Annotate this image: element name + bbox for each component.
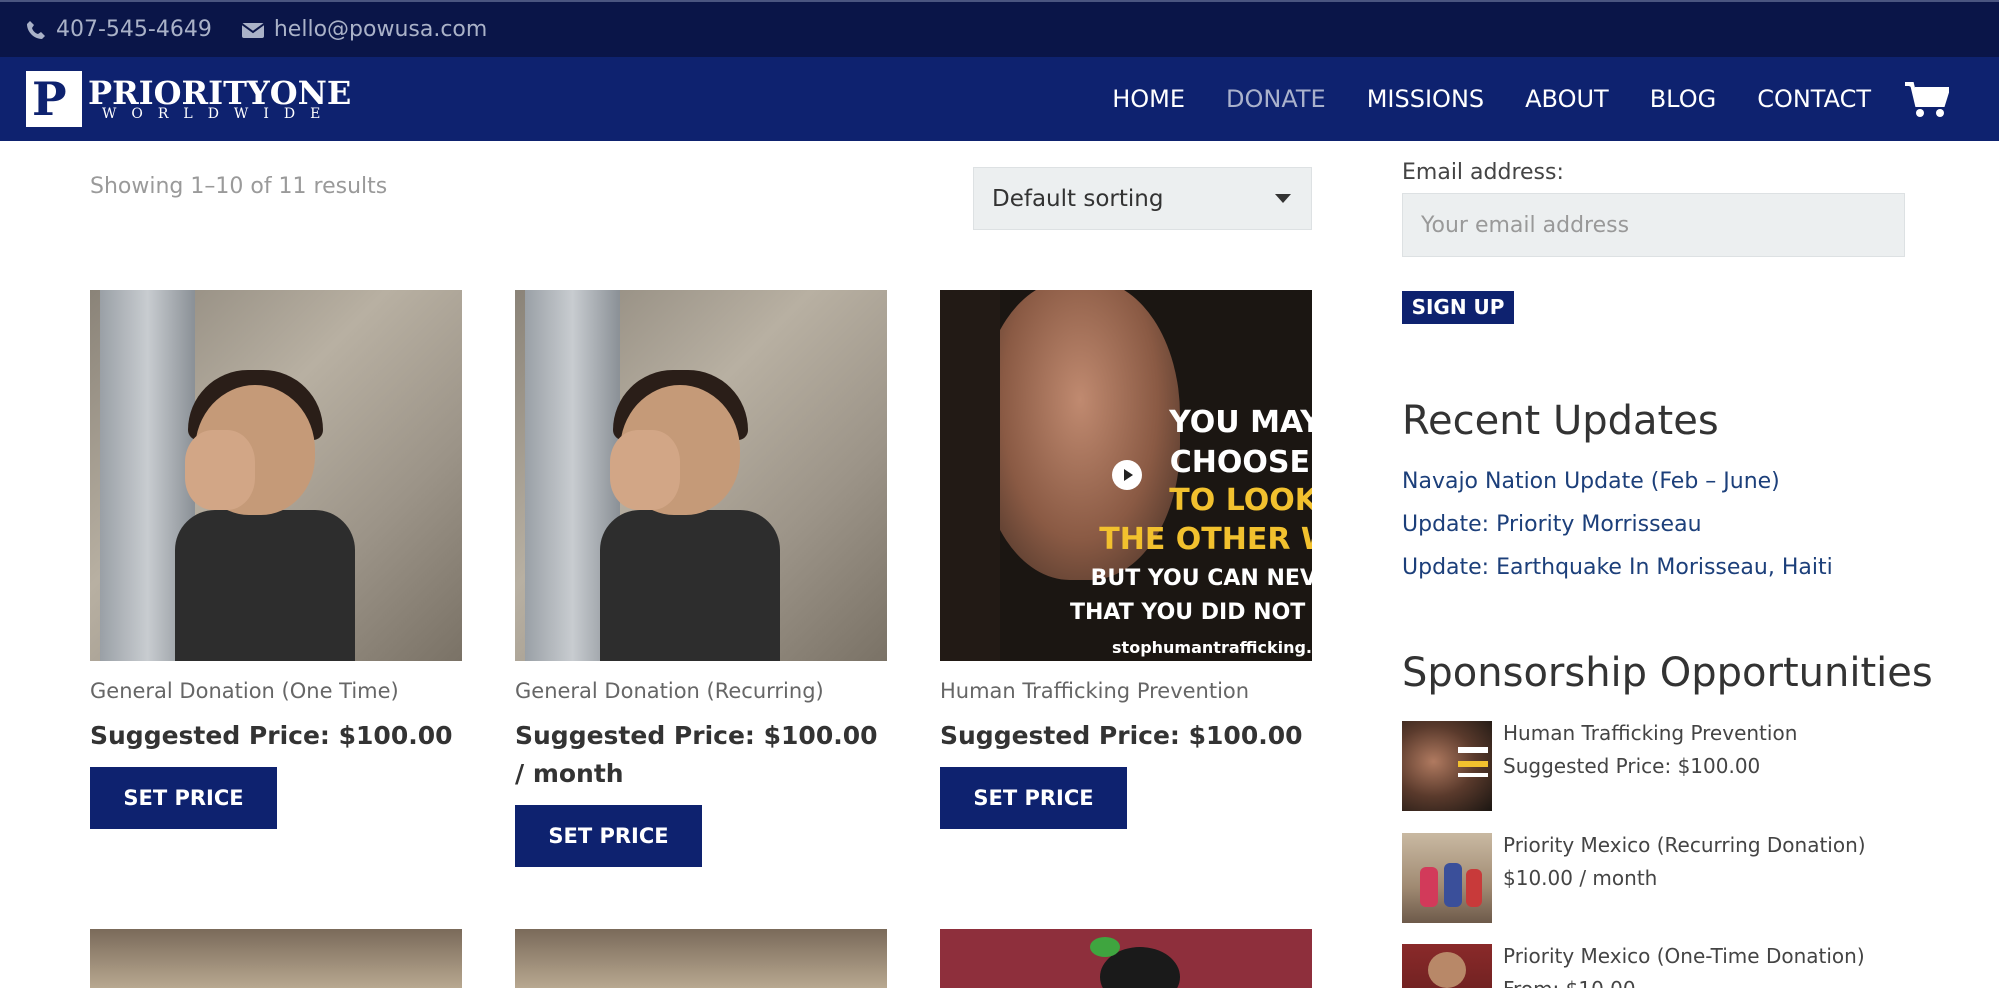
email-label: Email address: [1402, 160, 1564, 185]
product-card: General Donation (One Time) Suggested Pr… [90, 290, 462, 829]
sign-up-button[interactable]: SIGN UP [1402, 291, 1514, 324]
email-address: hello@powusa.com [273, 17, 488, 42]
brand-tagline: WORLDWIDE [102, 106, 336, 122]
sponsorship-item[interactable]: Priority Mexico (Recurring Donation) $10… [1402, 833, 1905, 923]
sponsorship-heading: Sponsorship Opportunities [1402, 650, 1933, 696]
sponsorship-item[interactable]: Human Trafficking Prevention Suggested P… [1402, 721, 1905, 811]
product-image[interactable]: YOU MAY CHOOSE TO LOOK THE OTHER W BUT Y… [940, 290, 1312, 661]
email-contact[interactable]: hello@powusa.com [241, 17, 488, 42]
product-price: Suggested Price: $100.00 [940, 721, 1303, 750]
nav-home[interactable]: HOME [1112, 85, 1185, 113]
product-image[interactable] [515, 929, 887, 988]
phone-number: 407-545-4649 [56, 17, 212, 42]
email-placeholder: Your email address [1421, 212, 1630, 238]
nav-contact[interactable]: CONTACT [1757, 85, 1871, 113]
play-icon[interactable] [1112, 460, 1142, 490]
recent-updates-heading: Recent Updates [1402, 398, 1719, 444]
nav-blog[interactable]: BLOG [1650, 85, 1716, 113]
main-navbar: P PRIORITYONE WORLDWIDE HOME DONATE MISS… [0, 57, 1999, 141]
product-image[interactable] [90, 290, 462, 661]
set-price-button[interactable]: SET PRICE [940, 767, 1127, 829]
brand-name: PRIORITYONE [88, 74, 352, 112]
product-title[interactable]: General Donation (Recurring) [515, 679, 887, 703]
product-image[interactable] [940, 929, 1312, 988]
product-price: Suggested Price: $100.00 / month [515, 721, 878, 788]
product-card: General Donation (Recurring) Suggested P… [515, 290, 887, 867]
nav-menu: HOME DONATE MISSIONS ABOUT BLOG CONTACT [1071, 57, 1871, 141]
product-card: YOU MAY CHOOSE TO LOOK THE OTHER W BUT Y… [940, 290, 1312, 829]
recent-update-link[interactable]: Update: Earthquake In Morisseau, Haiti [1402, 555, 1833, 580]
set-price-button[interactable]: SET PRICE [90, 767, 277, 829]
contact-bar: 407-545-4649 hello@powusa.com [0, 0, 1999, 57]
nav-donate[interactable]: DONATE [1226, 85, 1326, 113]
sponsorship-price: Suggested Price: $100.00 [1503, 754, 1761, 778]
shopping-cart-icon[interactable] [1905, 81, 1951, 123]
sort-select[interactable]: Default sorting [973, 167, 1312, 230]
product-title[interactable]: Human Trafficking Prevention [940, 679, 1312, 703]
recent-update-link[interactable]: Update: Priority Morrisseau [1402, 512, 1702, 537]
nav-missions[interactable]: MISSIONS [1367, 85, 1484, 113]
product-price: Suggested Price: $100.00 [90, 721, 453, 750]
phone-contact[interactable]: 407-545-4649 [26, 17, 212, 42]
brand-logo[interactable]: P PRIORITYONE WORLDWIDE [26, 71, 351, 127]
sponsorship-name[interactable]: Human Trafficking Prevention [1503, 721, 1797, 745]
sort-selected-value: Default sorting [992, 185, 1164, 212]
sponsorship-item[interactable]: Priority Mexico (One-Time Donation) From… [1402, 944, 1905, 988]
envelope-icon [241, 22, 264, 38]
set-price-button[interactable]: SET PRICE [515, 805, 702, 867]
sponsorship-name[interactable]: Priority Mexico (One-Time Donation) [1503, 944, 1865, 968]
sponsorship-name[interactable]: Priority Mexico (Recurring Donation) [1503, 833, 1866, 857]
logo-mark: P [26, 71, 82, 127]
product-image[interactable] [90, 929, 462, 988]
recent-update-link[interactable]: Navajo Nation Update (Feb – June) [1402, 469, 1780, 494]
sponsorship-thumbnail[interactable] [1402, 944, 1492, 988]
email-input[interactable]: Your email address [1402, 193, 1905, 257]
phone-icon [27, 20, 45, 39]
sponsorship-thumbnail[interactable] [1402, 833, 1492, 923]
sponsorship-thumbnail[interactable] [1402, 721, 1492, 811]
sponsorship-price: From: $10.00 [1503, 977, 1636, 988]
product-image[interactable] [515, 290, 887, 661]
nav-about[interactable]: ABOUT [1525, 85, 1609, 113]
product-title[interactable]: General Donation (One Time) [90, 679, 462, 703]
sponsorship-price: $10.00 / month [1503, 866, 1658, 890]
caret-down-icon [1275, 194, 1291, 203]
results-count: Showing 1–10 of 11 results [90, 174, 388, 199]
